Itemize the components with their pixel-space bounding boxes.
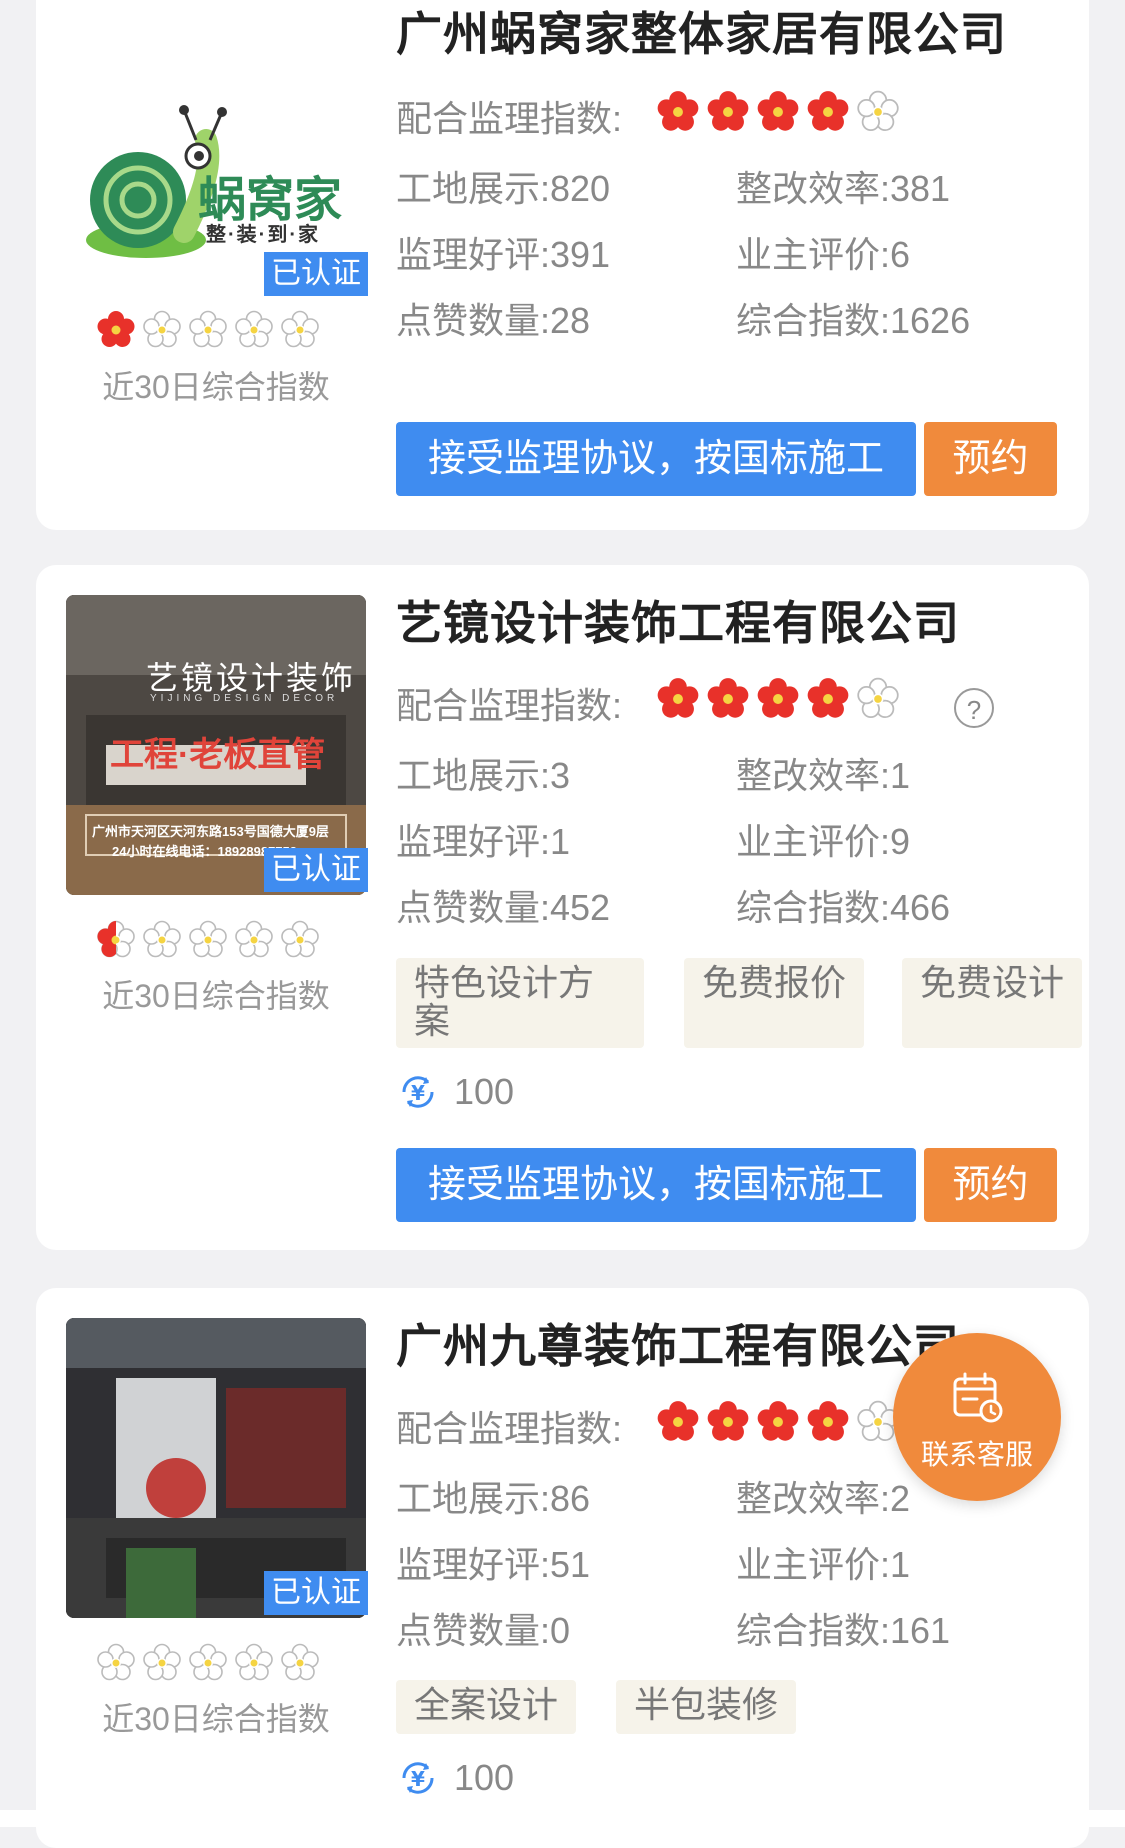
flower-empty-icon (280, 1643, 320, 1683)
service-tag: 免费设计 (902, 958, 1082, 1048)
stat-owner: 业主评价:9 (736, 821, 911, 862)
flower-filled-icon (706, 677, 750, 721)
coin-value: 100 (454, 1757, 515, 1798)
flower-empty-icon (188, 920, 228, 960)
flower-empty-icon (142, 310, 182, 350)
agree-supervision-button[interactable]: 接受监理协议，按国标施工 (396, 422, 916, 496)
coin-value: 100 (454, 1071, 515, 1112)
verified-badge: 已认证 (264, 252, 368, 296)
stat-overall: 综合指数:1626 (736, 300, 971, 341)
monitor-rating (656, 90, 900, 134)
flower-filled-icon (96, 310, 136, 350)
flower-filled-icon (756, 90, 800, 134)
flower-empty-icon (280, 310, 320, 350)
monitor-index-label: 配合监理指数: (396, 98, 623, 139)
stat-rectify: 整改效率:1 (736, 755, 911, 796)
flower-empty-icon (188, 310, 228, 350)
company-name[interactable]: 广州九尊装饰工程有限公司 (396, 1310, 960, 1376)
coin-reward: 100 (396, 1070, 514, 1114)
flower-filled-icon (806, 677, 850, 721)
company-card[interactable]: 艺镜设计装饰 YIJING DESIGN DECOR 工程·老板直管 广州市天河… (36, 565, 1089, 1250)
stat-rectify: 整改效率:381 (736, 168, 951, 209)
service-tag: 特色设计方案 (396, 958, 644, 1048)
flower-empty-icon (234, 920, 274, 960)
stat-owner: 业主评价:1 (736, 1544, 911, 1585)
flower-filled-icon (656, 1400, 700, 1444)
monitor-rating (656, 677, 900, 721)
coin-icon (396, 1070, 440, 1114)
stat-overall: 综合指数:466 (736, 887, 951, 928)
verified-badge: 已认证 (264, 1571, 368, 1615)
service-tag: 全案设计 (396, 1680, 577, 1734)
recent-index-caption: 近30日综合指数 (102, 369, 330, 405)
recent-index-caption: 近30日综合指数 (102, 978, 330, 1014)
stat-site: 工地展示:3 (396, 755, 571, 796)
agree-supervision-button[interactable]: 接受监理协议，按国标施工 (396, 1148, 916, 1222)
flower-filled-icon (656, 90, 700, 134)
calendar-clock-icon (953, 1372, 1003, 1423)
flower-empty-icon (234, 1643, 274, 1683)
service-tag: 半包装修 (616, 1680, 797, 1734)
contact-service-label: 联系客服 (920, 1439, 1033, 1470)
flower-empty-icon (234, 310, 274, 350)
monitor-index-label: 配合监理指数: (396, 1408, 623, 1449)
recent-index-caption: 近30日综合指数 (102, 1701, 330, 1737)
flower-empty-icon (280, 920, 320, 960)
flower-empty-icon (142, 920, 182, 960)
stat-likes: 点赞数量:0 (396, 1610, 571, 1651)
stat-overall: 综合指数:161 (736, 1610, 951, 1651)
help-icon[interactable]: ? (954, 688, 994, 728)
image-address-text: 广州市天河区天河东路153号国德大厦9层 (92, 824, 329, 839)
stat-likes: 点赞数量:28 (396, 300, 591, 341)
stat-praise: 监理好评:391 (396, 234, 611, 275)
flower-empty-icon (856, 90, 900, 134)
flower-filled-icon (756, 677, 800, 721)
flower-filled-icon (806, 90, 850, 134)
flower-filled-icon (756, 1400, 800, 1444)
stat-praise: 监理好评:1 (396, 821, 571, 862)
stat-site: 工地展示:86 (396, 1478, 591, 1519)
stat-praise: 监理好评:51 (396, 1544, 591, 1585)
recent-rating (96, 920, 320, 960)
monitor-index-label: 配合监理指数: (396, 685, 623, 726)
company-card[interactable]: 蜗窝家 整·装·到·家 已认证 近30日综合指数 广州蜗窝家整体家居有限公司 配… (36, 0, 1089, 530)
flower-empty-icon (188, 1643, 228, 1683)
flower-empty-icon (142, 1643, 182, 1683)
bottom-bar (0, 1810, 1125, 1827)
contact-service-button[interactable]: 联系客服 (893, 1333, 1061, 1501)
company-name[interactable]: 广州蜗窝家整体家居有限公司 (396, 0, 1007, 64)
book-button[interactable]: 预约 (924, 422, 1057, 496)
monitor-rating (656, 1400, 900, 1444)
flower-filled-icon (706, 1400, 750, 1444)
company-name[interactable]: 艺镜设计装饰工程有限公司 (396, 587, 960, 653)
stat-site: 工地展示:820 (396, 168, 611, 209)
coin-icon (396, 1756, 440, 1800)
flower-empty-icon (856, 677, 900, 721)
book-button[interactable]: 预约 (924, 1148, 1057, 1222)
flower-empty-icon (96, 1643, 136, 1683)
service-tag: 免费报价 (684, 958, 864, 1048)
coin-reward: 100 (396, 1756, 514, 1800)
flower-half-icon (96, 920, 136, 960)
flower-filled-icon (656, 677, 700, 721)
logo-tagline-text: 整·装·到·家 (206, 224, 320, 246)
stat-likes: 点赞数量:452 (396, 887, 611, 928)
stat-owner: 业主评价:6 (736, 234, 911, 275)
flower-filled-icon (806, 1400, 850, 1444)
image-subtitle-text: YIJING DESIGN DECOR (150, 693, 339, 704)
recent-rating (96, 310, 320, 350)
recent-rating (96, 1643, 320, 1683)
stat-rectify: 整改效率:2 (736, 1478, 911, 1519)
flower-filled-icon (706, 90, 750, 134)
verified-badge: 已认证 (264, 848, 368, 892)
image-slogan-text: 工程·老板直管 (110, 736, 326, 774)
